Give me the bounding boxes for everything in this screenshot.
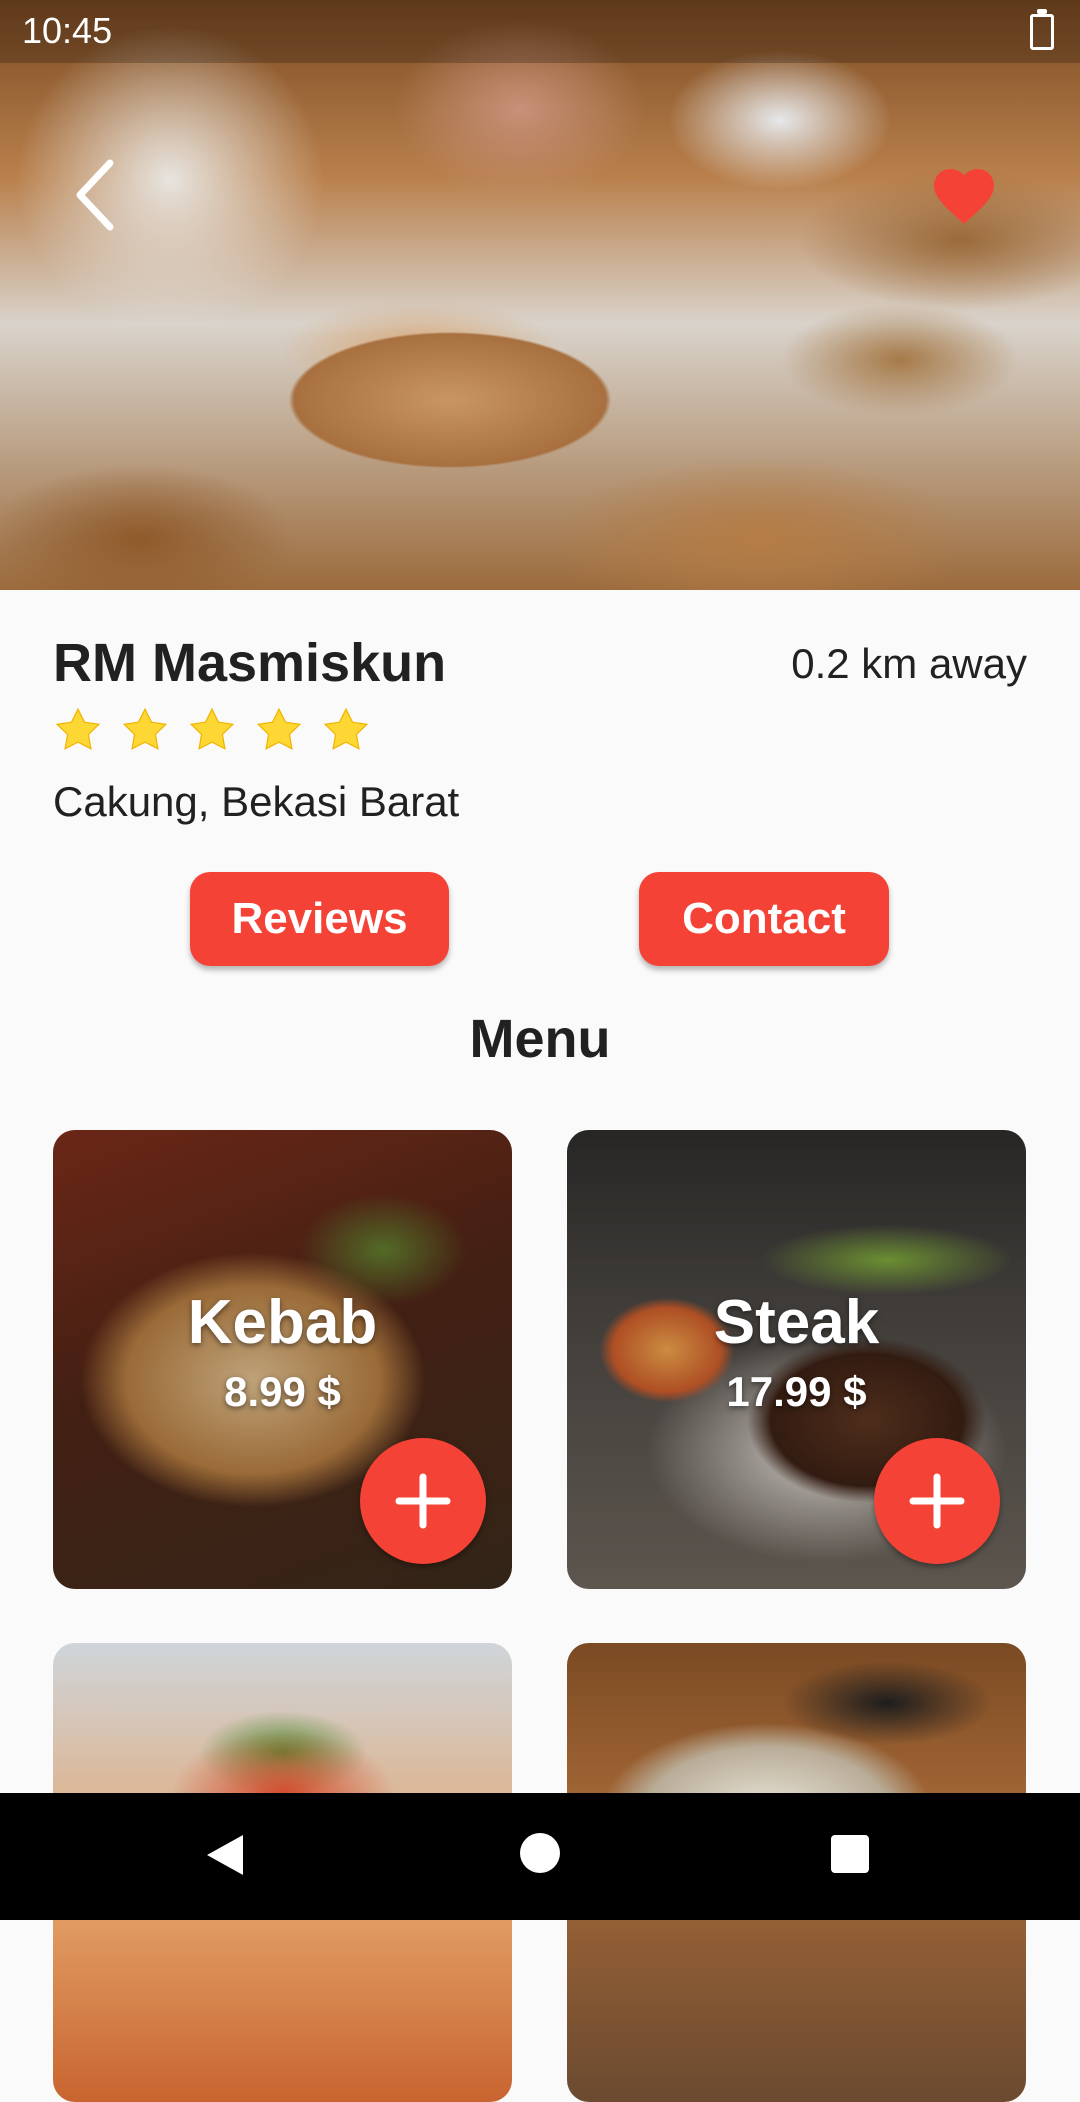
star-icon xyxy=(55,707,101,750)
menu-item-price: 8.99 $ xyxy=(224,1368,341,1415)
menu-card-steak[interactable]: Steak 17.99 $ xyxy=(567,1130,1026,1589)
star-icon xyxy=(189,707,235,750)
reviews-button[interactable]: Reviews xyxy=(190,872,449,966)
heart-icon xyxy=(934,169,994,225)
contact-button[interactable]: Contact xyxy=(639,872,889,966)
hero-image xyxy=(0,0,1080,590)
status-time: 10:45 xyxy=(22,10,113,51)
restaurant-distance: 0.2 km away xyxy=(791,640,1027,687)
plus-icon xyxy=(909,1473,965,1529)
menu-card-kebab[interactable]: Kebab 8.99 $ xyxy=(53,1130,512,1589)
favorite-button[interactable] xyxy=(928,160,1000,226)
rating-stars xyxy=(53,705,371,755)
restaurant-name: RM Masmiskun xyxy=(53,633,447,693)
circle-home-icon[interactable] xyxy=(520,1833,560,1873)
restaurant-address: Cakung, Bekasi Barat xyxy=(53,778,460,825)
star-icon xyxy=(323,707,369,750)
menu-item-name: Kebab xyxy=(187,1288,378,1357)
menu-item-name: Steak xyxy=(713,1288,880,1357)
star-icon xyxy=(256,707,302,750)
star-icon xyxy=(122,707,168,750)
chevron-left-icon xyxy=(76,159,114,231)
square-recents-icon[interactable] xyxy=(831,1835,869,1873)
status-bar: 10:45 xyxy=(0,0,1080,63)
menu-item-price: 17.99 $ xyxy=(726,1368,867,1415)
plus-icon xyxy=(395,1473,451,1529)
add-to-cart-button[interactable] xyxy=(874,1438,1000,1564)
system-nav-bar xyxy=(0,1793,1080,1920)
battery-icon xyxy=(1030,9,1054,50)
menu-title: Menu xyxy=(469,1009,611,1069)
back-button[interactable] xyxy=(70,155,130,235)
add-to-cart-button[interactable] xyxy=(360,1438,486,1564)
triangle-back-icon[interactable] xyxy=(205,1833,245,1877)
